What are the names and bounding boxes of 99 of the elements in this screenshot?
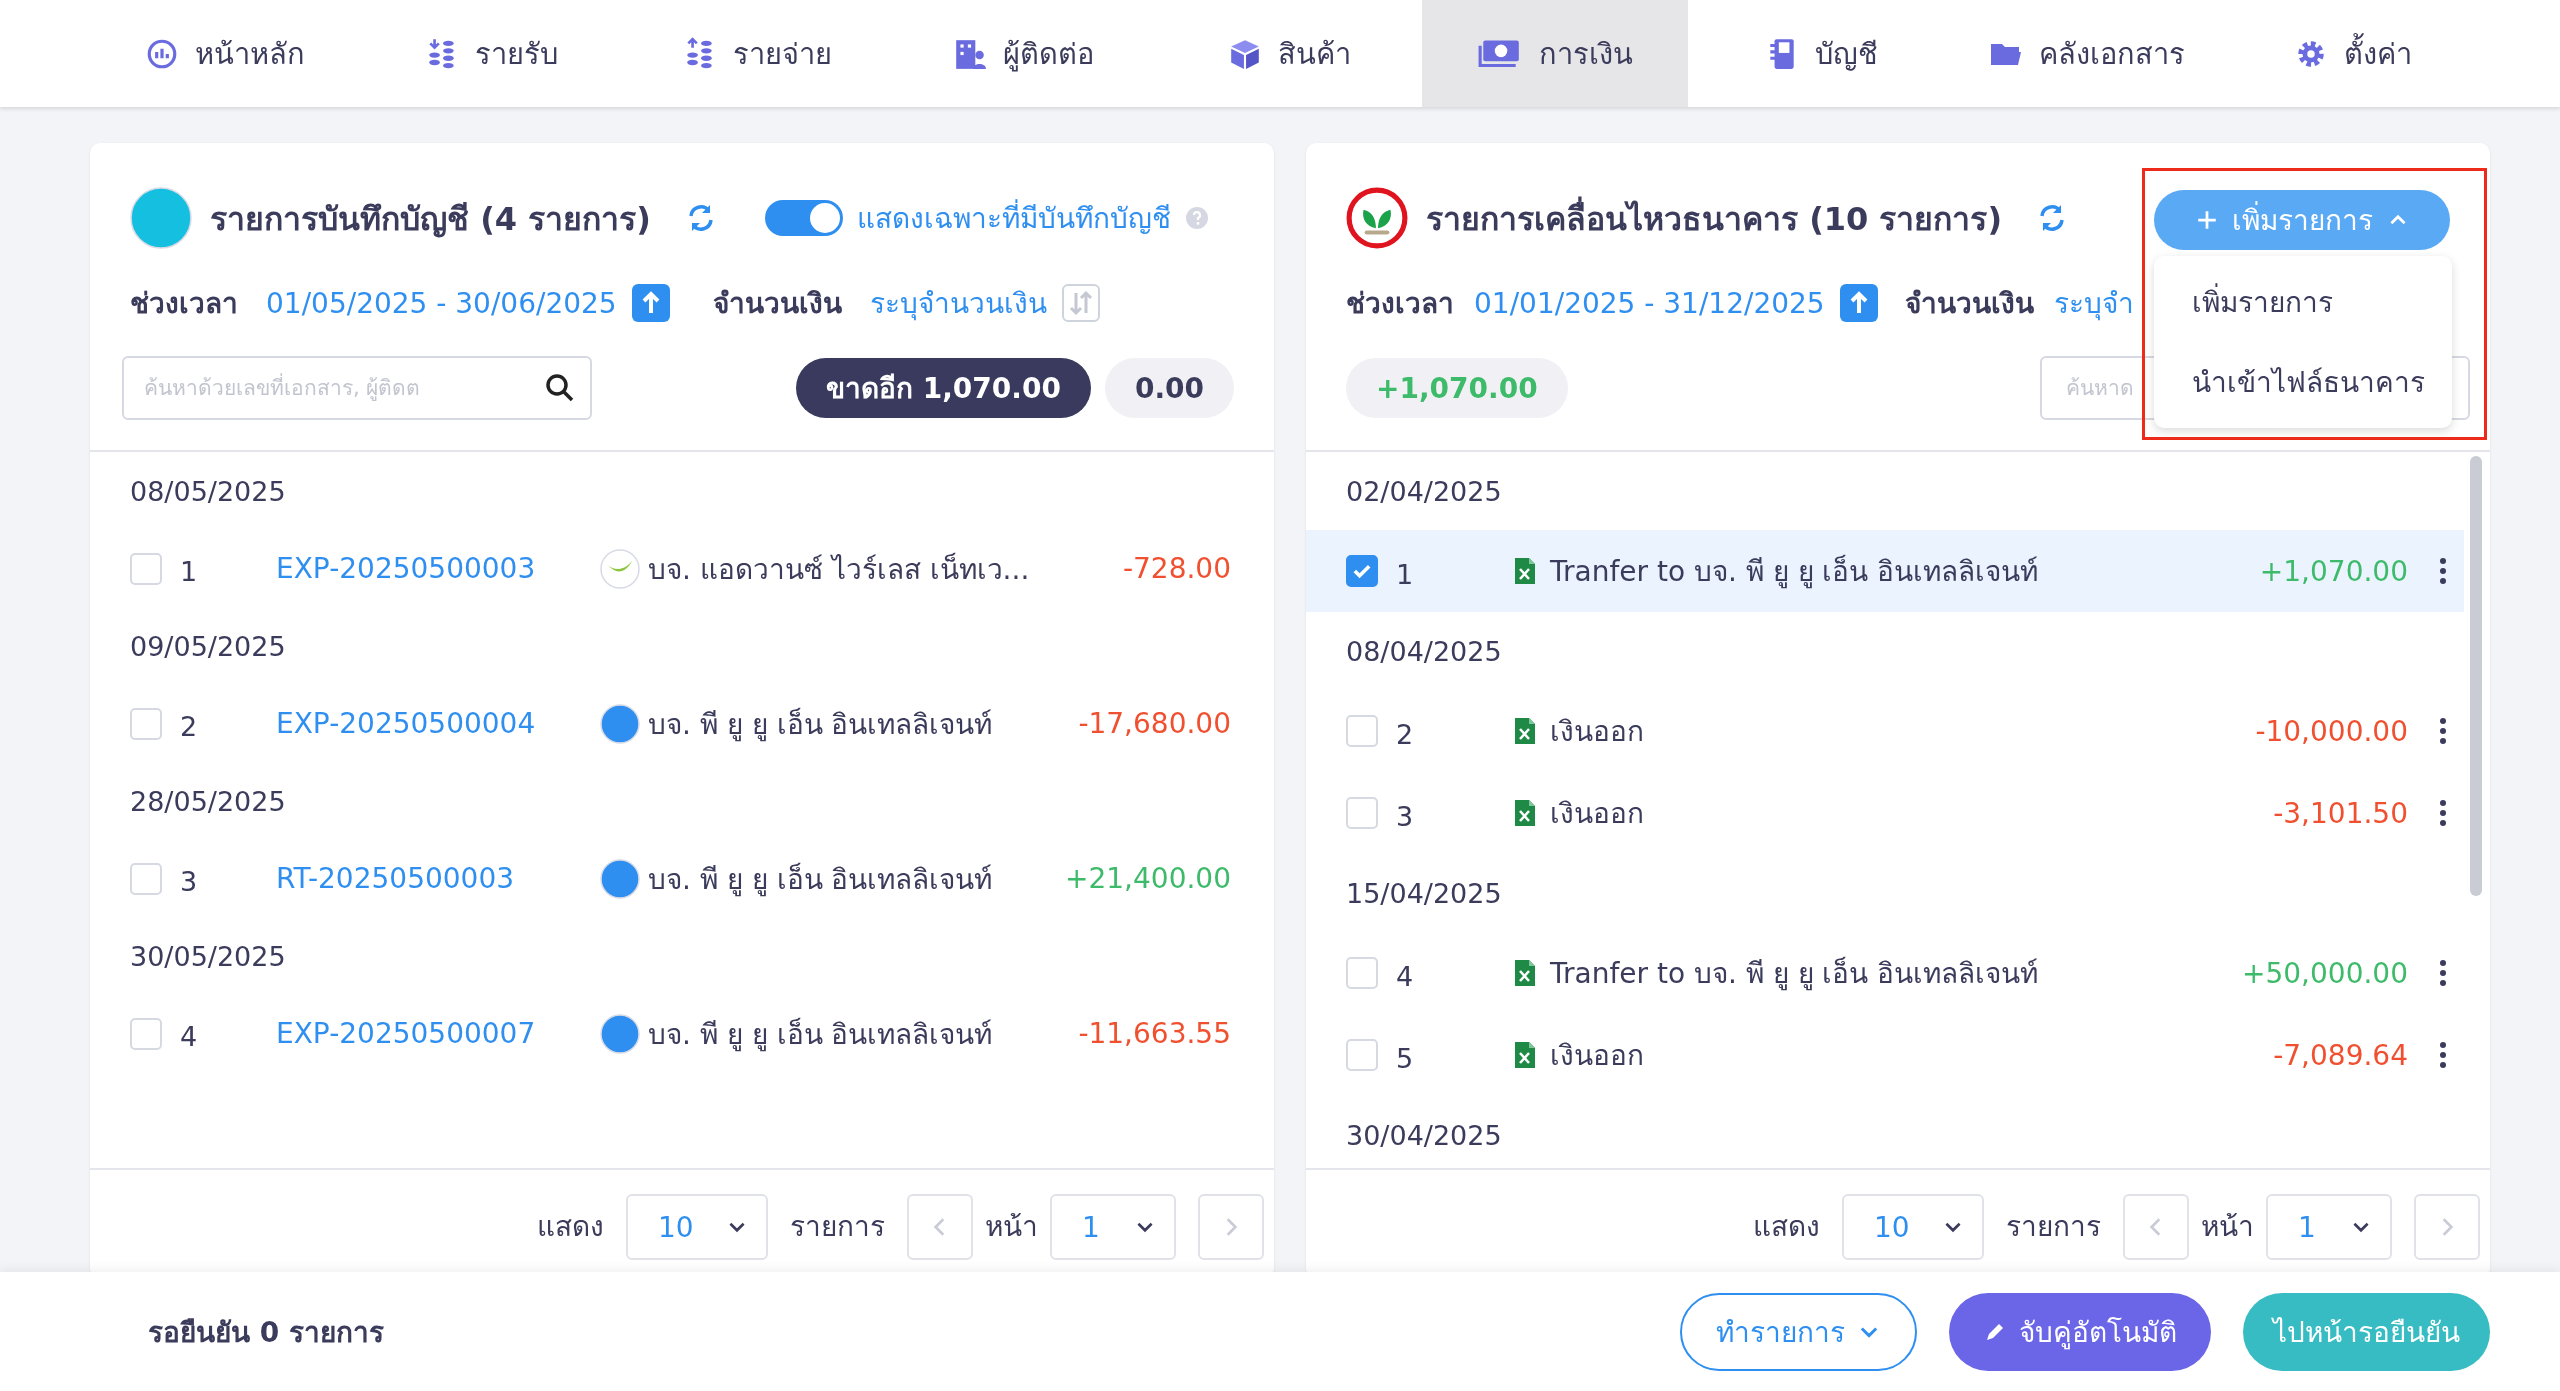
pending-count: รอยืนยัน 0 รายการ (148, 1314, 384, 1351)
previous-page-button[interactable] (2123, 1194, 2189, 1260)
total-badge: +1,070.00 (1346, 358, 1568, 418)
amount-label: จำนวนเงิน (712, 286, 842, 322)
show-label: แสดง (537, 1209, 604, 1245)
sort-icon[interactable] (1060, 283, 1101, 323)
items-label: รายการ (2006, 1209, 2101, 1245)
previous-page-button[interactable] (907, 1194, 973, 1260)
transaction-row[interactable]: 1 Tranfer to บจ. พี ยู ยู เอ็น อินเทลลิเจนท์ +1,070.00 (1306, 530, 2464, 612)
panel-title: รายการเคลื่อนไหวธนาคาร (10 รายการ) (1426, 192, 2003, 244)
nav-tab[interactable]: รายรับ (358, 0, 624, 107)
menu-item[interactable]: นำเข้าไฟล์ธนาคาร (2154, 342, 2452, 422)
sort-up-icon[interactable] (630, 283, 671, 323)
date-heading: 08/05/2025 (129, 474, 287, 509)
amount: -17,680.00 (1078, 707, 1231, 740)
amount: -11,663.55 (1078, 1017, 1231, 1050)
date-heading: 30/04/2025 (1345, 1118, 1503, 1153)
transaction-row[interactable]: 5 เงินออก -7,089.64 (1306, 1014, 2464, 1096)
more-icon[interactable] (2438, 716, 2448, 746)
date-heading: 28/05/2025 (129, 784, 287, 819)
page-label: หน้า (985, 1209, 1038, 1245)
nav-tab[interactable]: บัญชี (1688, 0, 1954, 107)
row-number: 5 (1395, 1041, 1415, 1074)
row-number: 4 (179, 1020, 199, 1052)
toggle-switch[interactable] (764, 200, 843, 236)
spreadsheet-file-icon (1514, 959, 1536, 987)
row-number: 4 (1395, 959, 1415, 992)
contact-avatar-icon (600, 703, 640, 744)
contact-name: บจ. พี ยู ยู เอ็น อินเทลลิเจนท์ (648, 1016, 993, 1054)
row-number: 3 (179, 865, 199, 897)
transaction-row[interactable]: 4 Tranfer to บจ. พี ยู ยู เอ็น อินเทลลิเจนท์ +50,000.00 (1306, 932, 2464, 1014)
amount: +50,000.00 (2242, 956, 2408, 990)
total-badge: 0.00 (1104, 358, 1234, 418)
amount: -728.00 (1122, 552, 1231, 585)
nav-tab[interactable]: ตั้งค่า (2220, 0, 2486, 107)
leaf-logo-icon (600, 548, 640, 589)
bank-logo-icon (1346, 187, 1408, 249)
amount: +1,070.00 (2259, 554, 2408, 588)
date-heading: 08/04/2025 (1345, 634, 1503, 669)
amount: -3,101.50 (2273, 796, 2408, 830)
nav-tab[interactable]: รายจ่าย (624, 0, 890, 107)
menu-item[interactable]: เพิ่มรายการ (2154, 262, 2452, 342)
row-number: 2 (179, 710, 199, 742)
plus-icon (2195, 209, 2218, 231)
transaction-description: เงินออก (1550, 714, 1644, 750)
transaction-description: Tranfer to บจ. พี ยู ยู เอ็น อินเทลลิเจนท์ (1550, 955, 2039, 993)
contact-avatar-icon (600, 858, 640, 899)
panel-title: รายการบันทึกบัญชี (4 รายการ) (210, 198, 651, 240)
toggle-label: แสดงเฉพาะที่มีบันทึกบัญชี (856, 196, 1171, 240)
transaction-row[interactable]: 2 เงินออก -10,000.00 (1306, 690, 2464, 772)
more-icon[interactable] (2438, 798, 2448, 828)
nav-tab[interactable]: การเงิน (1422, 0, 1688, 107)
transaction-description: เงินออก (1550, 1038, 1644, 1074)
contact-name: บจ. พี ยู ยู เอ็น อินเทลลิเจนท์ (648, 861, 993, 899)
auto-match-button[interactable]: จับคู่อัตโนมัติ (1949, 1292, 2211, 1371)
spreadsheet-file-icon (1514, 799, 1536, 827)
more-icon[interactable] (2438, 958, 2448, 988)
next-page-button[interactable] (2414, 1194, 2480, 1260)
date-heading: 15/04/2025 (1345, 876, 1503, 911)
nav-tab[interactable]: หน้าหลัก (92, 0, 358, 107)
amount: -10,000.00 (2255, 714, 2408, 748)
more-icon[interactable] (2438, 1040, 2448, 1070)
next-page-button[interactable] (1198, 1194, 1264, 1260)
show-label: แสดง (1753, 1209, 1820, 1245)
transaction-row[interactable]: 3 เงินออก -3,101.50 (1306, 772, 2464, 854)
contact-name: บจ. พี ยู ยู เอ็น อินเทลลิเจนท์ (648, 706, 993, 744)
date-heading: 02/04/2025 (1345, 474, 1503, 509)
checkbox[interactable] (1346, 555, 1378, 587)
search-icon[interactable] (544, 372, 576, 404)
search-field[interactable]: ค้นหาด้วยเลขที่เอกสาร, ผู้ติดต (122, 356, 592, 420)
transaction-description: เงินออก (1550, 796, 1644, 832)
row-number: 2 (1395, 717, 1415, 750)
page-label: หน้า (2201, 1209, 2254, 1245)
more-icon[interactable] (2438, 556, 2448, 586)
scrollbar[interactable] (2470, 456, 2482, 896)
amount: -7,089.64 (2273, 1038, 2408, 1072)
spreadsheet-file-icon (1514, 717, 1536, 745)
logo-icon (130, 187, 192, 249)
date-heading: 30/05/2025 (129, 939, 287, 974)
contact-name: บจ. แอดวานซ์ ไวร์เลส เน็ทเว... (648, 551, 1030, 588)
amount-label: จำนวนเงิน (1904, 286, 2034, 322)
row-number: 1 (1395, 557, 1415, 590)
row-number: 1 (179, 555, 199, 587)
items-label: รายการ (790, 1209, 885, 1245)
sort-up-icon[interactable] (1838, 283, 1879, 323)
spreadsheet-file-icon (1514, 1041, 1536, 1069)
row-number: 3 (1395, 799, 1415, 832)
nav-tab[interactable]: คลังเอกสาร (1954, 0, 2220, 107)
contact-avatar-icon (600, 1013, 640, 1054)
period-label: ช่วงเวลา (130, 286, 238, 322)
nav-tab[interactable]: สินค้า (1156, 0, 1422, 107)
transaction-description: Tranfer to บจ. พี ยู ยู เอ็น อินเทลลิเจนท์ (1550, 553, 2039, 591)
nav-tab[interactable]: ผู้ติดต่อ (890, 0, 1156, 107)
period-label: ช่วงเวลา (1346, 286, 1454, 322)
amount: +21,400.00 (1065, 862, 1231, 895)
shortfall-badge: ขาดอีก 1,070.00 (796, 358, 1091, 418)
help-icon[interactable] (1184, 206, 1209, 230)
spreadsheet-file-icon (1514, 557, 1536, 585)
date-heading: 09/05/2025 (129, 629, 287, 664)
